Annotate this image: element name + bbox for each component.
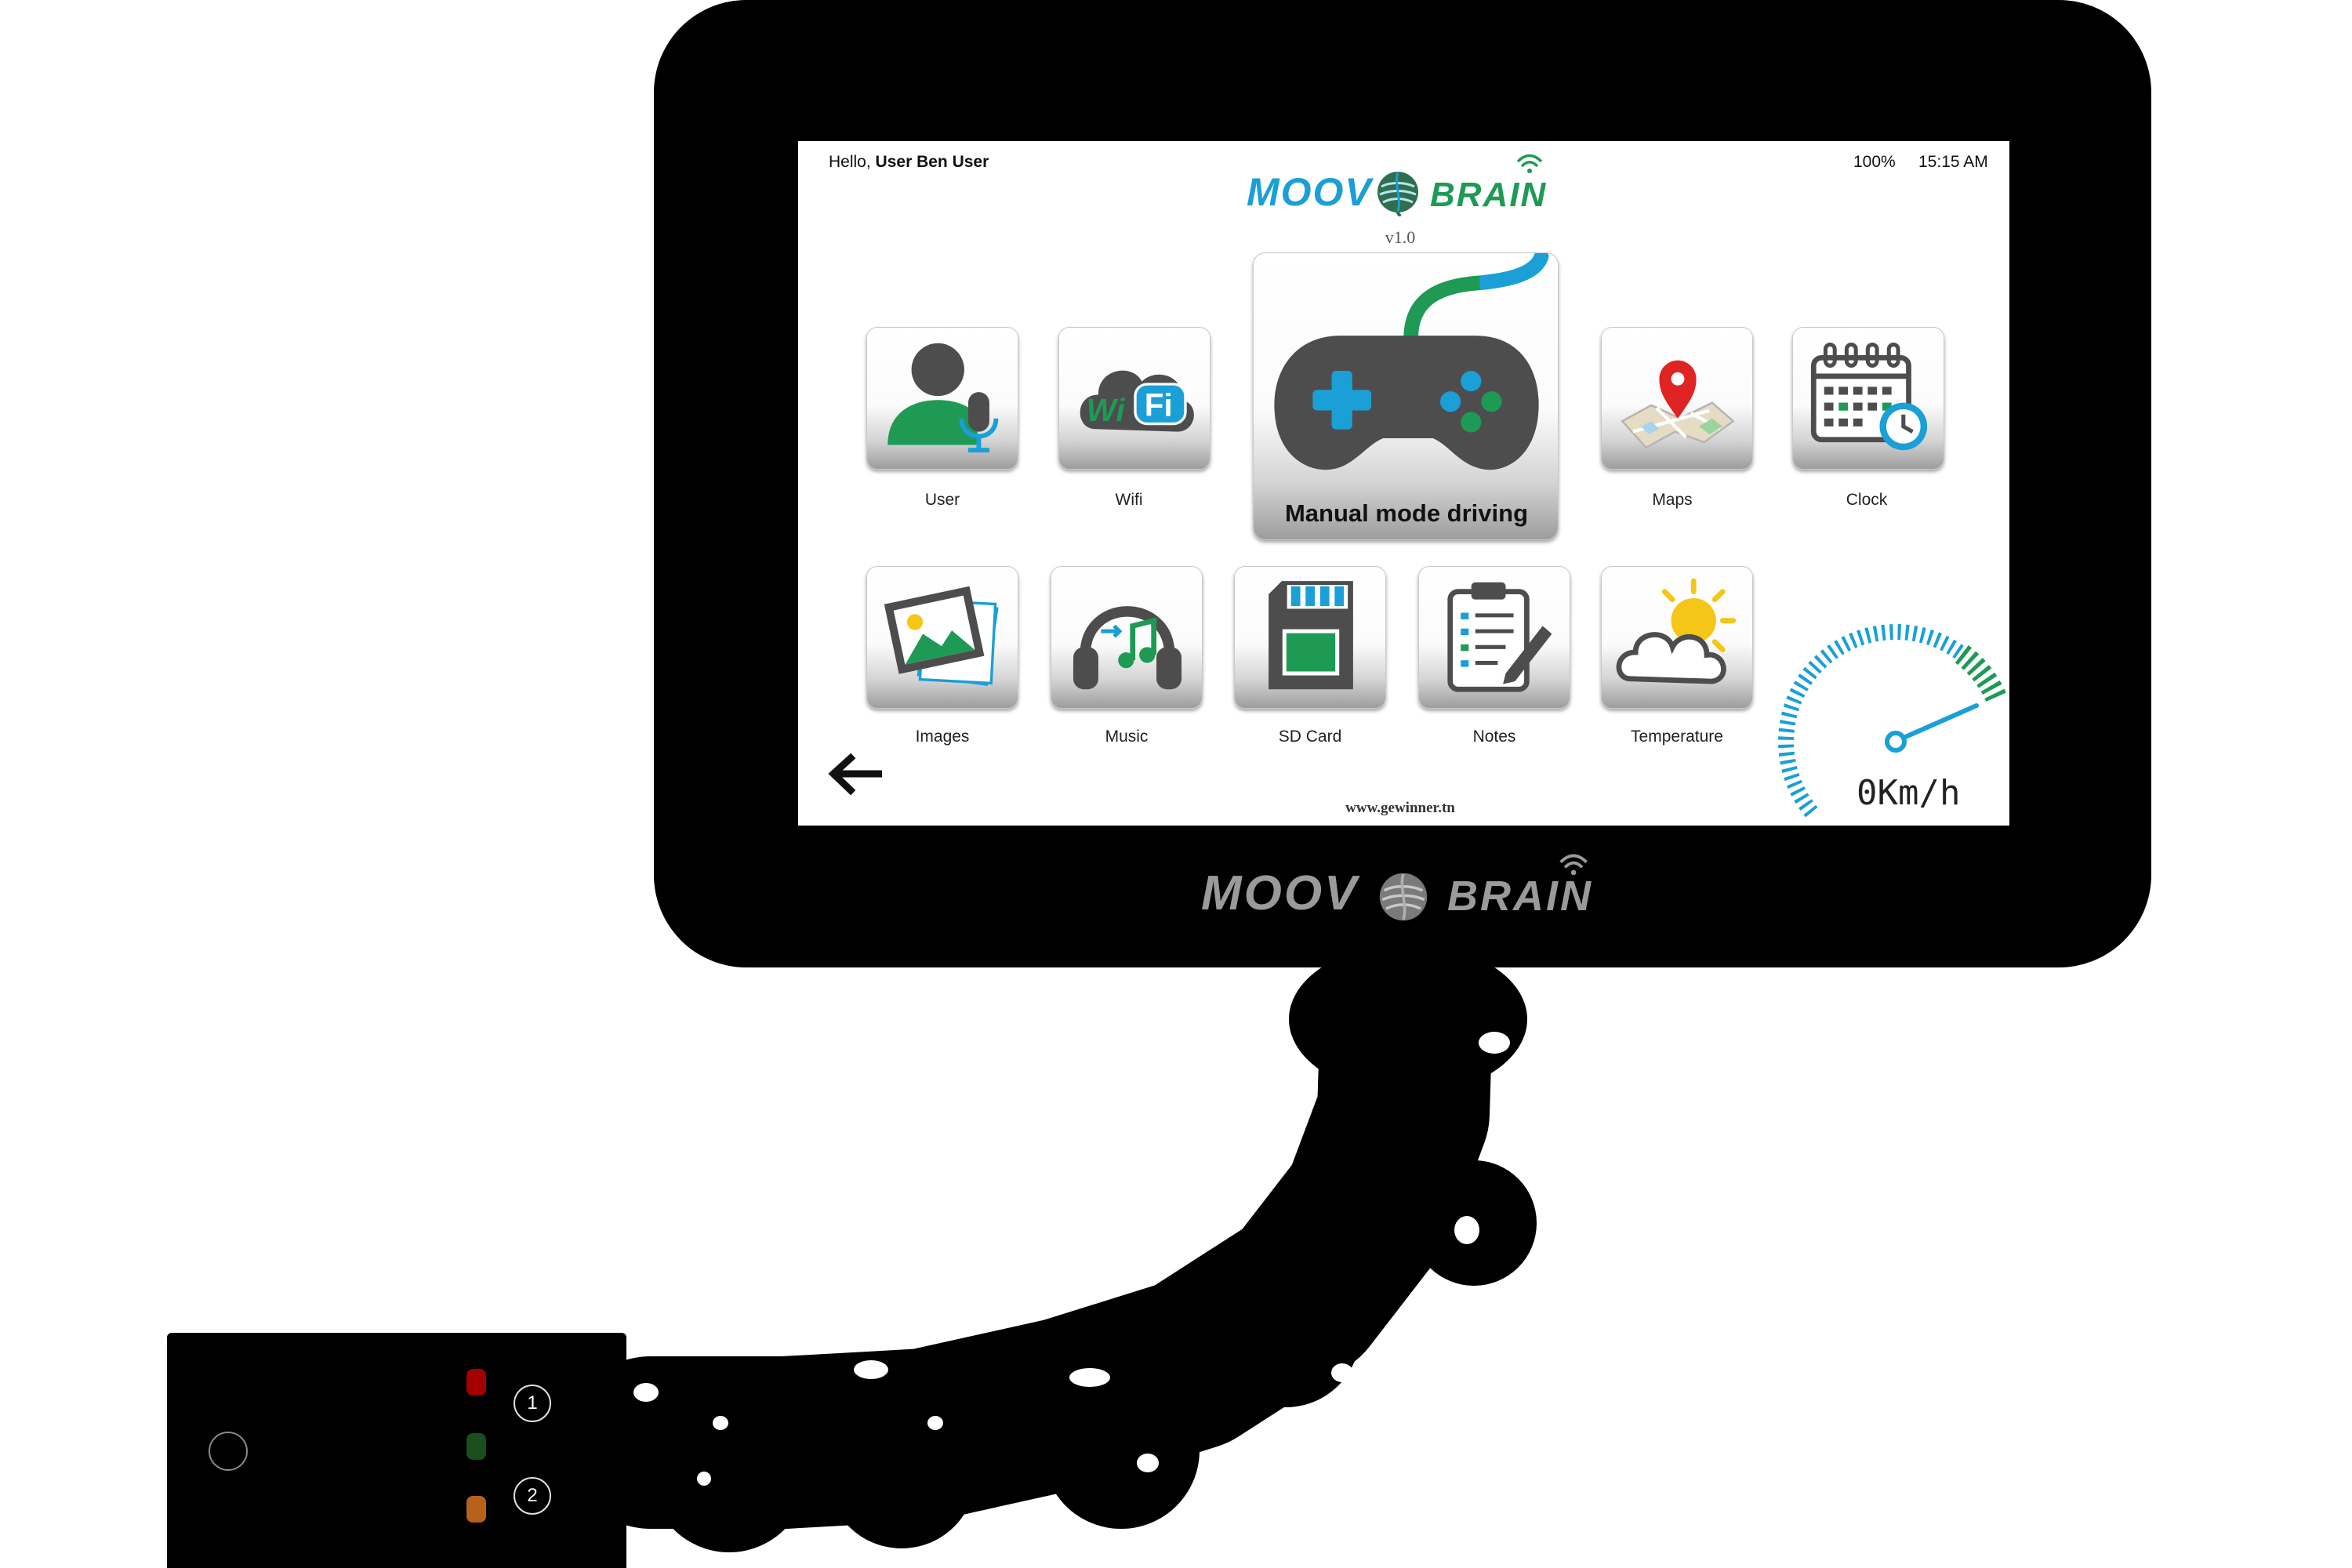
sun-cloud-icon [1616,578,1737,684]
bezel-wifi-signal-icon [1559,854,1588,876]
circle-button-icon[interactable] [209,1432,248,1471]
bezel-logo-text-left: MOOV [1201,866,1359,920]
wifi-signal-icon [1516,154,1543,173]
control-box: 1 2 [167,1333,626,1568]
app-tile-manual-driving[interactable]: Manual mode driving [1253,252,1559,540]
app-tile-temperature[interactable] [1601,566,1753,709]
app-tile-user[interactable] [866,327,1018,470]
button-2[interactable]: 2 [514,1477,551,1515]
calendar-clock-icon [1810,342,1928,451]
app-version: v1.0 [1385,227,1416,247]
battery-level: 100% [1853,153,1896,171]
led-red [466,1369,486,1396]
app-tile-sd-card[interactable] [1234,566,1386,709]
clock-time: 15:15 AM [1918,153,1988,171]
app-tile-wifi[interactable]: Wi Fi [1058,327,1210,470]
speed-readout: 0Km/h [1857,773,1961,813]
app-tile-music[interactable] [1051,566,1203,709]
brain-icon [1377,172,1418,216]
arrow-left-icon[interactable] [826,753,882,795]
arm-joint [1211,1258,1360,1407]
arm-joint [827,1399,976,1548]
app-label-manual-driving: Manual mode driving [1284,499,1529,527]
app-label-clock: Clock [1846,491,1888,509]
arm-joint [651,1396,808,1552]
arm-highlight [1454,1216,1479,1244]
app-label-user: User [924,491,960,509]
greeting: Hello, User Ben User [829,153,989,172]
arm-highlight [1331,1363,1353,1382]
button-1[interactable]: 1 [514,1385,551,1422]
app-label-sd-card: SD Card [1278,728,1342,746]
images-icon [884,586,999,686]
arm-highlight [1137,1454,1159,1472]
app-tile-maps[interactable] [1601,327,1753,470]
wifi-icon-text-fi: Fi [1145,387,1173,423]
gamepad-icon [1274,253,1549,470]
app-tile-clock[interactable] [1792,327,1944,470]
arm-highlight [1479,1032,1510,1054]
app-label-maps: Maps [1652,491,1693,509]
app-tile-images[interactable] [866,566,1018,709]
wifi-icon: Wi Fi [1080,370,1194,432]
led-green [466,1433,486,1460]
app-label-wifi: Wifi [1115,491,1143,509]
bezel-brain-icon [1379,873,1428,921]
clipboard-notes-icon [1447,582,1552,692]
arm-joint [1043,1372,1200,1529]
sd-card-icon [1269,581,1353,690]
app-label-notes: Notes [1472,728,1516,746]
gauge-needle [1901,703,1979,740]
arm-highlight [713,1416,728,1430]
arm-highlight [633,1383,659,1402]
greeting-user-name: User Ben User [875,153,989,171]
user-microphone-icon [887,343,999,453]
logo-text-right: BRAIN [1430,176,1548,214]
logo-text-left: MOOV [1247,170,1373,214]
app-tile-notes[interactable] [1418,566,1570,709]
arm-highlight [1069,1368,1110,1387]
headphones-music-icon [1073,606,1182,690]
led-orange [466,1496,486,1523]
website-url: www.gewinner.tn [1345,800,1455,816]
arm-highlight [854,1360,888,1379]
arm-highlight [927,1416,943,1430]
app-label-temperature: Temperature [1631,728,1723,746]
map-pin-icon [1621,360,1735,449]
gauge-arc-green [1955,645,2007,704]
gauge-hub [1885,731,1907,753]
app-label-images: Images [915,728,970,746]
greeting-prefix: Hello, [829,153,871,171]
arm-highlight [697,1472,711,1486]
tablet-screen: Hello, User Ben User 100% 15:15 AM MOOV … [798,141,2009,826]
bezel-logo-text-right: BRAIN [1447,873,1593,920]
wifi-icon-text-wi: Wi [1087,392,1126,428]
app-label-music: Music [1105,728,1149,746]
